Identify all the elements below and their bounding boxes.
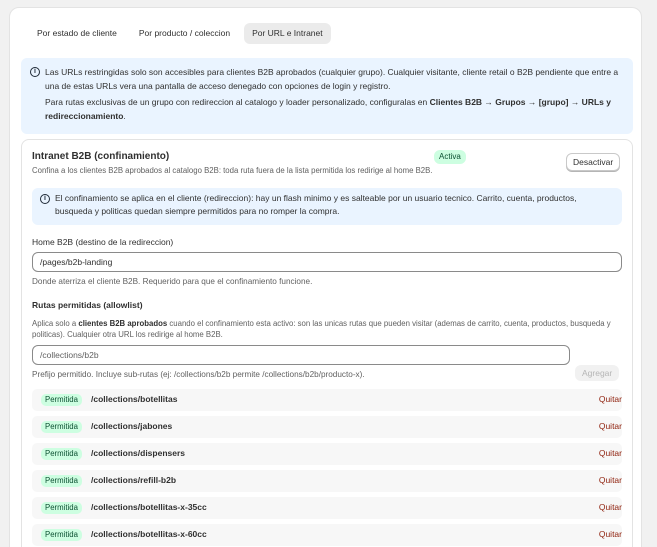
allowlist-desc-bold: clientes B2B aprobados xyxy=(78,319,168,328)
list-item: Permitida /collections/botellitas-x-60cc… xyxy=(32,524,622,546)
allowlist-description: Aplica solo a clientes B2B aprobados cua… xyxy=(32,318,622,340)
section-description: Confina a los clientes B2B aprobados al … xyxy=(32,166,433,175)
info-icon: i xyxy=(40,194,50,204)
allowed-badge: Permitida xyxy=(41,502,82,514)
settings-card: Por estado de cliente Por producto / col… xyxy=(9,7,642,547)
allowlist-route-input[interactable]: /collections/b2b xyxy=(32,345,570,365)
list-item: Permitida /collections/dispensers Quitar xyxy=(32,443,622,465)
route-path: /collections/refill-b2b xyxy=(91,475,177,485)
tab-url-intranet[interactable]: Por URL e Intranet xyxy=(244,23,331,44)
info-banner-text: Las URLs restringidas solo son accesible… xyxy=(45,67,619,91)
deactivate-button[interactable]: Desactivar xyxy=(566,153,621,171)
tab-customer-status[interactable]: Por estado de cliente xyxy=(29,23,125,44)
list-item: Permitida /collections/botellitas-x-35cc… xyxy=(32,497,622,519)
route-path: /collections/botellitas-x-60cc xyxy=(91,529,207,539)
allowed-badge: Permitida xyxy=(41,394,82,406)
allowlist-desc-prefix: Aplica solo a xyxy=(32,319,79,328)
home-b2b-input[interactable]: /pages/b2b-landing xyxy=(32,252,622,272)
home-b2b-help: Donde aterriza el cliente B2B. Requerido… xyxy=(32,277,313,286)
route-path: /collections/dispensers xyxy=(91,448,186,458)
route-path: /collections/botellitas xyxy=(91,394,178,404)
home-b2b-label: Home B2B (destino de la redireccion) xyxy=(32,237,174,247)
confinement-notice-text: El confinamiento se aplica en el cliente… xyxy=(55,193,577,216)
allowlist-label: Rutas permitidas (allowlist) xyxy=(32,300,143,310)
allowed-badge: Permitida xyxy=(41,475,82,487)
route-path: /collections/botellitas-x-35cc xyxy=(91,502,207,512)
allowlist-help: Prefijo permitido. Incluye sub-rutas (ej… xyxy=(32,370,365,379)
info-banner-note-prefix: Para rutas exclusivas de un grupo con re… xyxy=(45,97,430,107)
remove-route-button[interactable]: Quitar xyxy=(599,394,622,404)
info-banner-note-suffix: . xyxy=(123,111,126,121)
status-badge: Activa xyxy=(434,150,466,164)
section-title: Intranet B2B (confinamiento) xyxy=(32,151,170,162)
intranet-section: Intranet B2B (confinamiento) Activa Desa… xyxy=(21,139,633,547)
remove-route-button[interactable]: Quitar xyxy=(599,502,622,512)
route-path: /collections/jabones xyxy=(91,421,173,431)
allowlist-routes: Permitida /collections/botellitas Quitar… xyxy=(32,389,622,547)
list-item: Permitida /collections/refill-b2b Quitar xyxy=(32,470,622,492)
list-item: Permitida /collections/jabones Quitar xyxy=(32,416,622,438)
remove-route-button[interactable]: Quitar xyxy=(599,448,622,458)
allowed-badge: Permitida xyxy=(41,529,82,541)
add-route-button[interactable]: Agregar xyxy=(575,365,620,381)
tab-product-collection[interactable]: Por producto / coleccion xyxy=(131,23,238,44)
allowed-badge: Permitida xyxy=(41,448,82,460)
remove-route-button[interactable]: Quitar xyxy=(599,475,622,485)
remove-route-button[interactable]: Quitar xyxy=(599,529,622,539)
list-item: Permitida /collections/botellitas Quitar xyxy=(32,389,622,411)
allowed-badge: Permitida xyxy=(41,421,82,433)
info-banner-group-note: Para rutas exclusivas de un grupo con re… xyxy=(45,95,623,123)
tab-bar: Por estado de cliente Por producto / col… xyxy=(29,23,331,44)
remove-route-button[interactable]: Quitar xyxy=(599,421,622,431)
confinement-notice: i El confinamiento se aplica en el clien… xyxy=(32,188,622,225)
info-icon: i xyxy=(30,67,40,77)
info-banner: i Las URLs restringidas solo son accesib… xyxy=(21,58,633,134)
